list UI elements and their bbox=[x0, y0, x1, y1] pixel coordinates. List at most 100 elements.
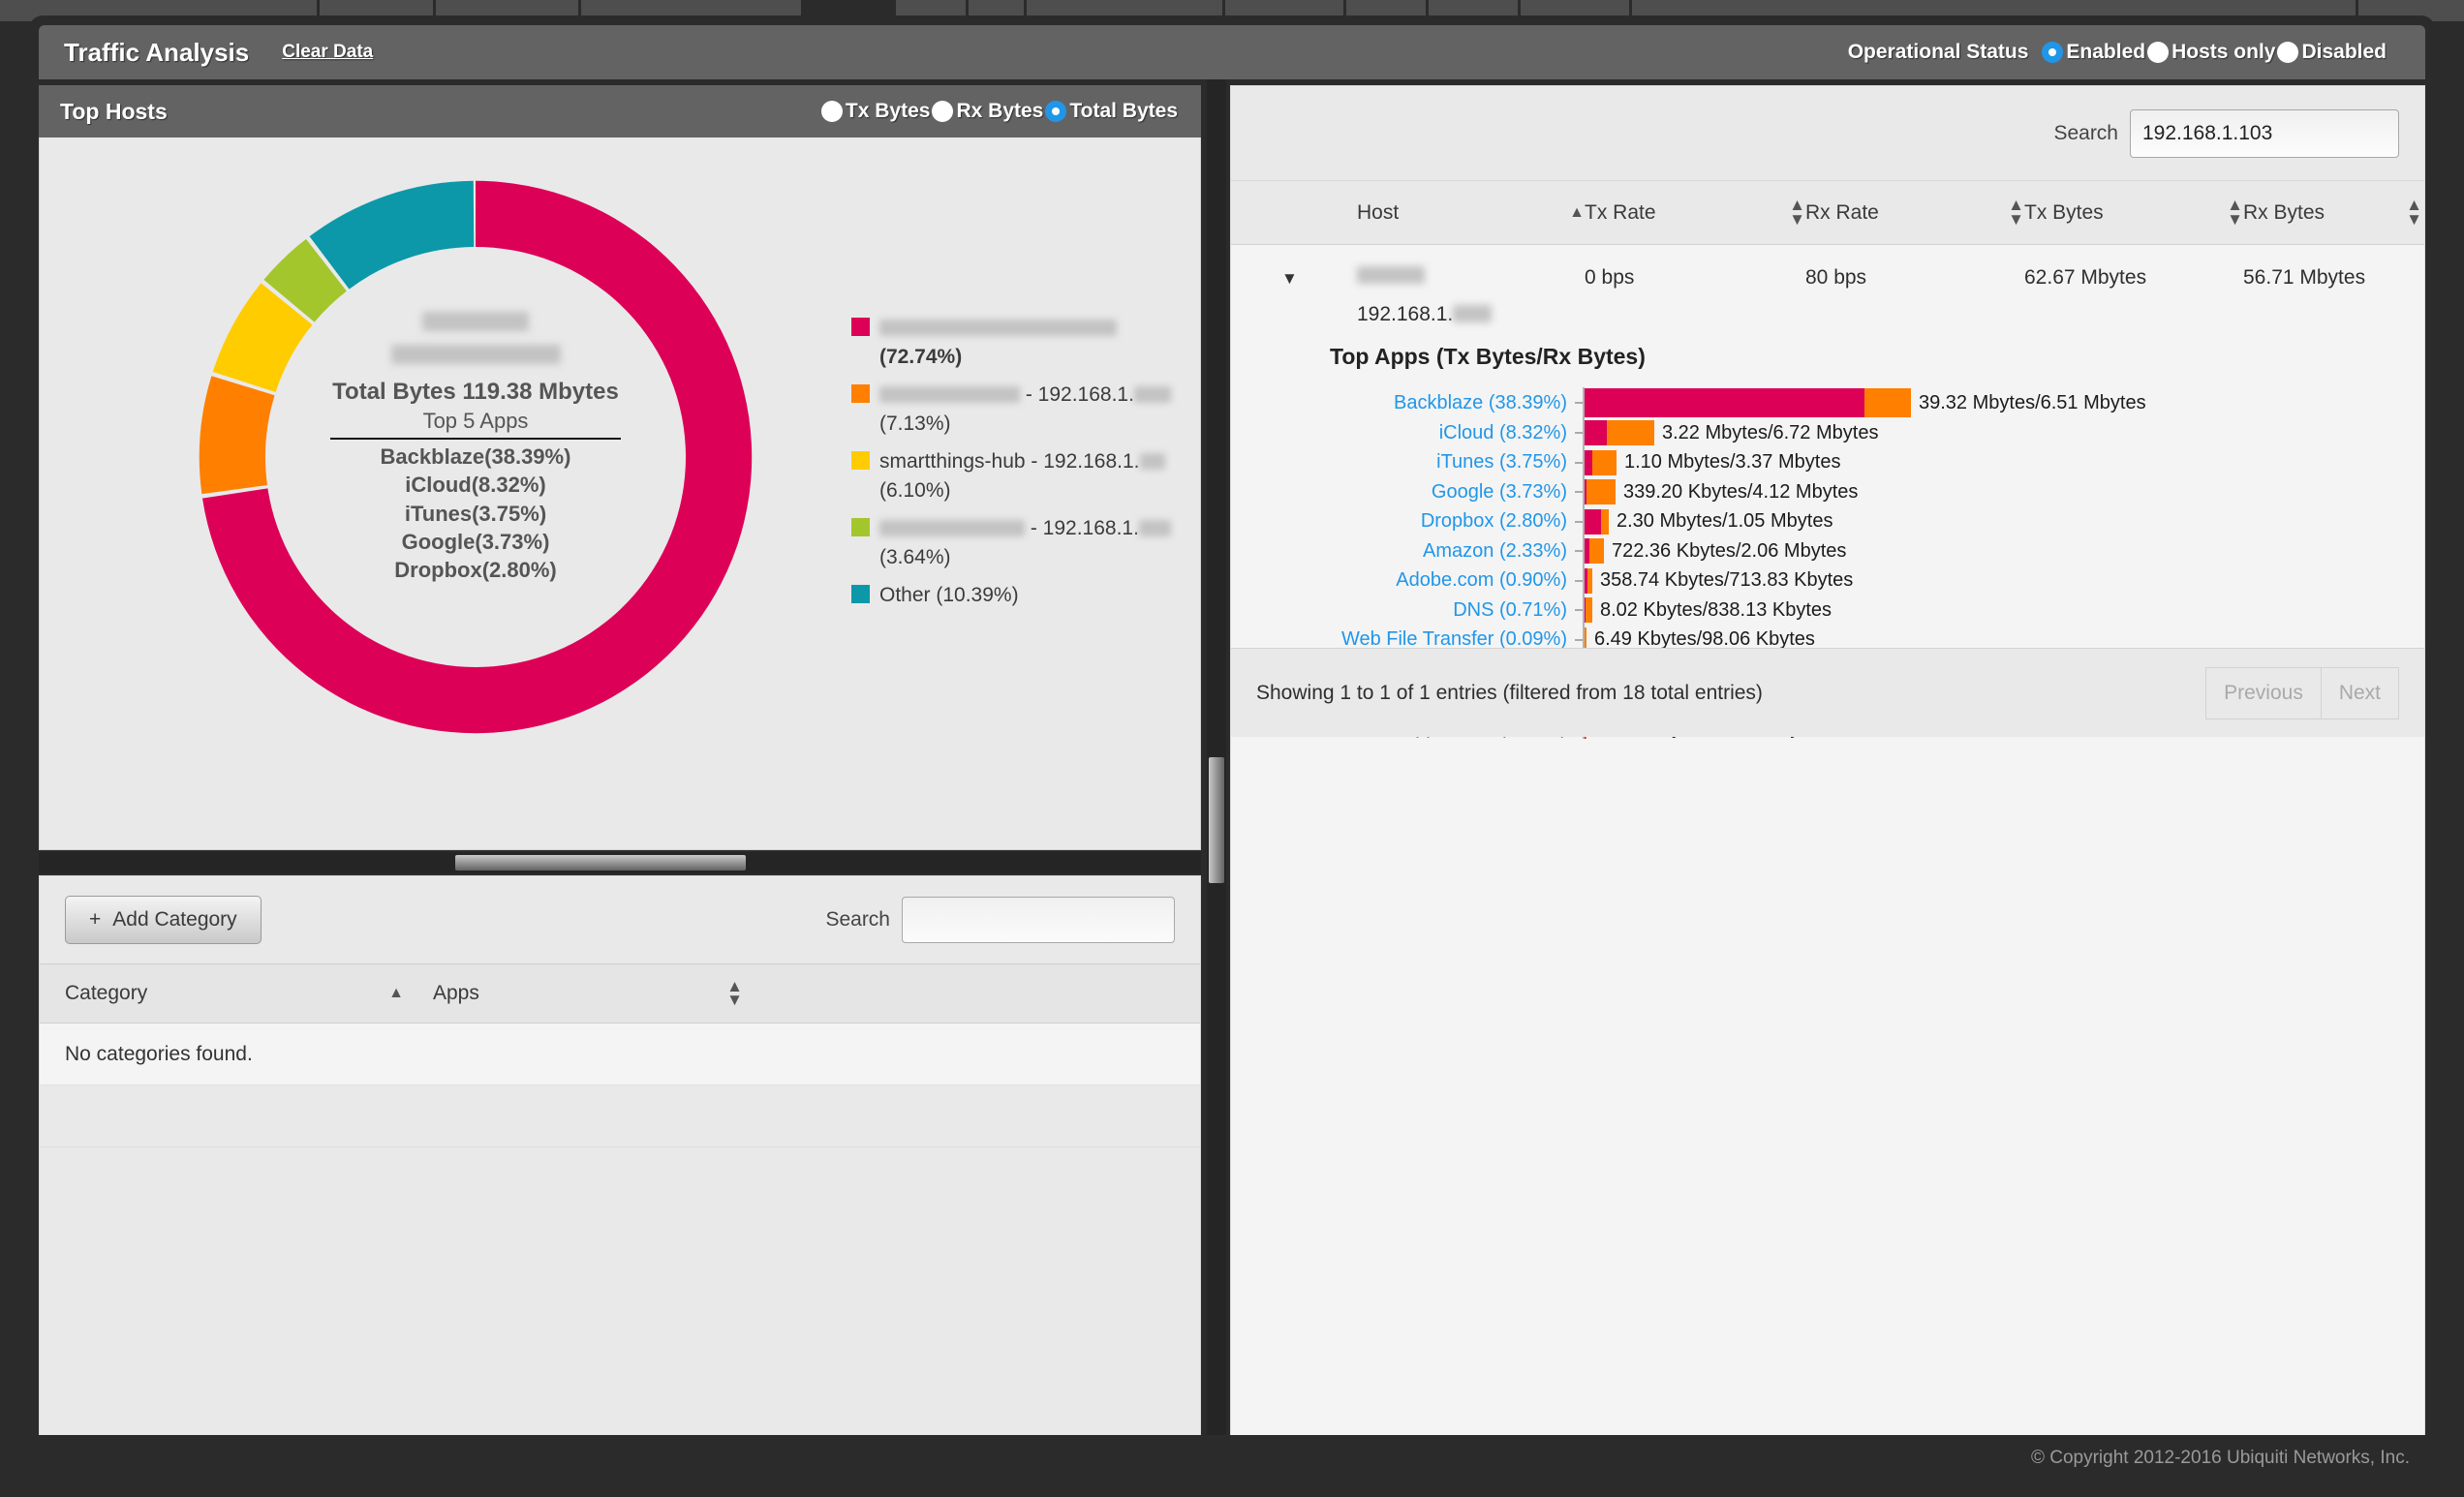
axis-tick bbox=[1575, 432, 1583, 435]
radio-icon-hosts-only[interactable] bbox=[2147, 42, 2170, 63]
sort-both-icon-tx-rate[interactable]: ▲ ▼ bbox=[1789, 197, 1805, 227]
category-search-input[interactable] bbox=[902, 897, 1175, 943]
sort-both-icon-rx-rate[interactable]: ▲ ▼ bbox=[2008, 197, 2024, 227]
radio-icon-rx-bytes[interactable] bbox=[932, 101, 954, 122]
app-bar-rx-segment bbox=[1592, 449, 1617, 475]
table-row[interactable]: ▼ 192.168.1. 0 bps 80 bps 62.67 Mbytes 5… bbox=[1231, 245, 2424, 338]
app-bar-row[interactable]: Adobe.com (0.90%) 358.74 Kbytes/713.83 Kb… bbox=[1231, 565, 2424, 596]
legend-item-label: (72.74%) bbox=[879, 314, 1171, 373]
donut-slice-4[interactable] bbox=[309, 180, 475, 290]
add-category-label: Add Category bbox=[112, 908, 237, 931]
left-column: Top Hosts Tx Bytes Rx Bytes Total Bytes … bbox=[39, 79, 1201, 1474]
app-bar-rx-segment bbox=[1587, 567, 1592, 594]
app-bar-label[interactable]: Amazon (2.33%) bbox=[1231, 540, 1575, 563]
legend-item-label: - 192.168.1. (3.64%) bbox=[879, 514, 1171, 573]
radio-icon-enabled[interactable] bbox=[2042, 42, 2064, 63]
previous-button[interactable]: Previous bbox=[2205, 666, 2322, 719]
operational-status-label: Operational Status bbox=[1847, 41, 2029, 63]
column-header-host[interactable]: Host ▲ bbox=[1357, 201, 1585, 225]
rx-bytes-cell: 56.71 Mbytes bbox=[2243, 266, 2366, 289]
legend-item-4[interactable]: Other (10.39%) bbox=[851, 581, 1171, 610]
vertical-splitter-grip[interactable] bbox=[1209, 757, 1224, 883]
horizontal-splitter[interactable] bbox=[39, 852, 1201, 873]
host-ip-last-octet-redacted bbox=[1453, 305, 1493, 322]
legend-item-1[interactable]: - 192.168.1. (7.13%) bbox=[851, 381, 1171, 440]
legend-color-swatch bbox=[851, 517, 870, 536]
app-bar-rx-segment bbox=[1607, 420, 1654, 446]
app-bar-label[interactable]: Dropbox (2.80%) bbox=[1231, 510, 1575, 533]
rx-rate-cell: 80 bps bbox=[1805, 266, 1867, 289]
op-status-enabled[interactable]: Enabled bbox=[2042, 41, 2145, 64]
sort-asc-icon-host[interactable]: ▲ bbox=[1569, 204, 1585, 222]
legend-item-3[interactable]: - 192.168.1. (3.64%) bbox=[851, 514, 1171, 573]
radio-icon-total-bytes[interactable] bbox=[1045, 101, 1067, 122]
legend-color-swatch bbox=[851, 450, 870, 470]
metric-tx-bytes[interactable]: Tx Bytes bbox=[820, 100, 930, 123]
category-search-group: Search bbox=[825, 897, 1175, 943]
next-button[interactable]: Next bbox=[2321, 666, 2399, 719]
app-bar-row[interactable]: DNS (0.71%) 8.02 Kbytes/838.13 Kbytes bbox=[1231, 596, 2424, 626]
sort-both-icon-tx-bytes[interactable]: ▲ ▼ bbox=[2227, 197, 2243, 227]
hosts-search-input[interactable] bbox=[2130, 108, 2399, 158]
app-bar-segments bbox=[1585, 508, 1609, 535]
row-expander-icon[interactable]: ▼ bbox=[1281, 269, 1298, 288]
app-bar-label[interactable]: Adobe.com (0.90%) bbox=[1231, 569, 1575, 592]
app-bar-row[interactable]: iTunes (3.75%) 1.10 Mbytes/3.37 Mbytes bbox=[1231, 447, 2424, 477]
top-apps-title: Top Apps (Tx Bytes/Rx Bytes) bbox=[1330, 344, 1646, 369]
radio-icon-disabled[interactable] bbox=[2277, 42, 2299, 63]
column-header-tx-bytes[interactable]: Tx Bytes ▲ ▼ bbox=[2024, 197, 2243, 227]
category-search-label: Search bbox=[825, 908, 890, 931]
copyright-text: © Copyright 2012-2016 Ubiquiti Networks,… bbox=[2030, 1448, 2410, 1468]
column-header-category[interactable]: Category ▲ bbox=[65, 982, 404, 1005]
sort-both-icon[interactable]: ▲ ▼ bbox=[726, 978, 743, 1008]
app-bar-row[interactable]: Amazon (2.33%) 722.36 Kbytes/2.06 Mbytes bbox=[1231, 536, 2424, 566]
op-status-hosts-only[interactable]: Hosts only bbox=[2147, 41, 2275, 64]
op-status-disabled[interactable]: Disabled bbox=[2277, 41, 2387, 64]
sort-asc-icon[interactable]: ▲ bbox=[388, 985, 404, 1002]
app-bar-label[interactable]: Google (3.73%) bbox=[1231, 481, 1575, 504]
metric-total-bytes[interactable]: Total Bytes bbox=[1045, 100, 1178, 123]
app-bar-label[interactable]: iCloud (8.32%) bbox=[1231, 422, 1575, 444]
donut-app-5: Dropbox(2.80%) bbox=[394, 558, 557, 582]
app-bar-row[interactable]: Backblaze (38.39%) 39.32 Mbytes/6.51 Mbyt… bbox=[1231, 387, 2424, 418]
column-header-apps[interactable]: Apps ▲ ▼ bbox=[404, 978, 743, 1008]
column-header-rx-rate[interactable]: Rx Rate ▲ ▼ bbox=[1805, 197, 2024, 227]
add-category-button[interactable]: + Add Category bbox=[65, 896, 262, 944]
app-bar-rx-segment bbox=[1601, 508, 1609, 535]
app-bar-tx-segment bbox=[1585, 420, 1607, 446]
app-bar-row[interactable]: Dropbox (2.80%) 2.30 Mbytes/1.05 Mbytes bbox=[1231, 506, 2424, 536]
app-bar-label[interactable]: DNS (0.71%) bbox=[1231, 599, 1575, 622]
donut-slice-1[interactable] bbox=[199, 376, 275, 495]
app-bar-label[interactable]: iTunes (3.75%) bbox=[1231, 451, 1575, 474]
app-bar-label[interactable]: Backblaze (38.39%) bbox=[1231, 392, 1575, 414]
legend-host-redacted bbox=[879, 320, 1117, 336]
horizontal-splitter-grip[interactable] bbox=[455, 855, 746, 871]
tx-bytes-cell: 62.67 Mbytes bbox=[2024, 266, 2147, 289]
plus-icon: + bbox=[89, 908, 102, 931]
axis-tick bbox=[1575, 520, 1583, 523]
tx-rate-cell: 0 bps bbox=[1585, 266, 1635, 289]
column-header-rx-bytes[interactable]: Rx Bytes ▲ ▼ bbox=[2243, 197, 2422, 227]
vertical-splitter[interactable] bbox=[1207, 79, 1226, 1474]
app-bar-value: 2.30 Mbytes/1.05 Mbytes bbox=[1617, 510, 1833, 533]
radio-icon-tx-bytes[interactable] bbox=[820, 101, 843, 122]
legend-color-swatch bbox=[851, 318, 870, 336]
sort-both-icon-rx-bytes[interactable]: ▲ ▼ bbox=[2406, 197, 2422, 227]
metric-rx-bytes[interactable]: Rx Bytes bbox=[932, 100, 1043, 123]
legend-item-2[interactable]: smartthings-hub - 192.168.1. (6.10%) bbox=[851, 447, 1171, 506]
app-bar-value: 358.74 Kbytes/713.83 Kbytes bbox=[1600, 569, 1854, 592]
app-bar-row[interactable]: Google (3.73%) 339.20 Kbytes/4.12 Mbytes bbox=[1231, 477, 2424, 507]
donut-chart[interactable]: Total Bytes 119.38 Mbytes Top 5 Apps Bac… bbox=[175, 157, 776, 757]
hosts-panel-empty-area bbox=[1231, 739, 2424, 1473]
app-bar-value: 39.32 Mbytes/6.51 Mbytes bbox=[1919, 391, 2146, 413]
category-panel: + Add Category Search Category ▲ Apps ▲ … bbox=[39, 875, 1201, 1474]
app-bar-row[interactable]: iCloud (8.32%) 3.22 Mbytes/6.72 Mbytes bbox=[1231, 418, 2424, 448]
legend-color-swatch bbox=[851, 383, 870, 403]
legend-item-0[interactable]: (72.74%) bbox=[851, 314, 1171, 373]
donut-host-name-redacted bbox=[422, 312, 529, 331]
app-bar-segments bbox=[1585, 420, 1654, 446]
column-header-tx-rate[interactable]: Tx Rate ▲ ▼ bbox=[1585, 197, 1805, 227]
clear-data-link[interactable]: Clear Data bbox=[282, 42, 373, 63]
content-body: Top Hosts Tx Bytes Rx Bytes Total Bytes … bbox=[39, 79, 2425, 1474]
app-bar-tx-segment bbox=[1585, 449, 1592, 475]
